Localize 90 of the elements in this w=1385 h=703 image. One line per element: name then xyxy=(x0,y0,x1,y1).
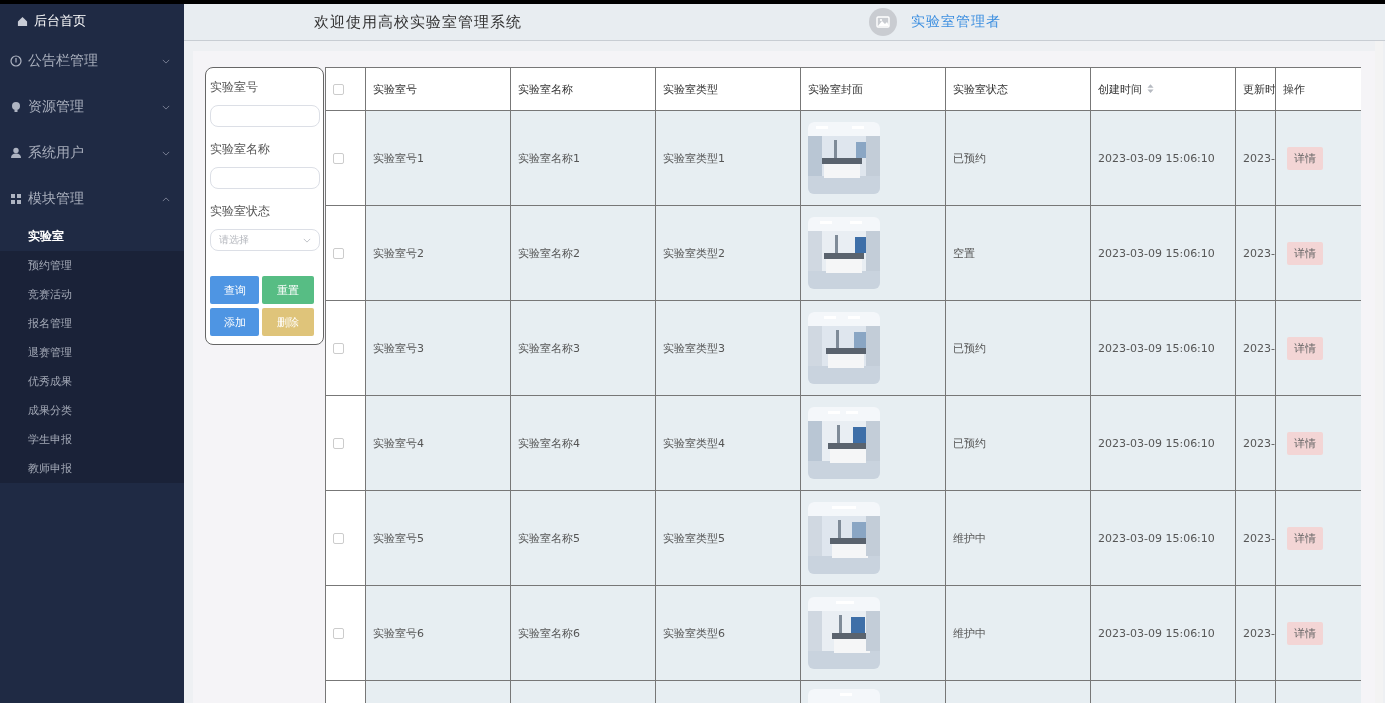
table-cell: 维护中 xyxy=(953,531,986,545)
table-cell: 实验室名称1 xyxy=(518,151,580,165)
table-cell: 空置 xyxy=(953,246,975,260)
table-cell: 实验室号5 xyxy=(373,531,424,545)
system-title: 欢迎使用高校实验室管理系统 xyxy=(314,12,523,32)
table-cell: 已预约 xyxy=(953,436,986,450)
sidebar-item[interactable]: 竞赛活动 xyxy=(0,280,184,309)
sidebar-item[interactable]: 成果分类 xyxy=(0,396,184,425)
table-cell: 2023-03-09 15:06:10 xyxy=(1098,436,1215,450)
column-header: 操作 xyxy=(1283,82,1305,96)
detail-button[interactable]: 详情 xyxy=(1287,241,1323,265)
chevron-icon xyxy=(303,237,311,243)
field-label: 实验室号 xyxy=(210,79,259,96)
table-cell: 实验室号6 xyxy=(373,626,424,640)
field-label: 实验室名称 xyxy=(210,141,271,158)
row-checkbox[interactable] xyxy=(333,153,344,164)
table-cell: 2023- xyxy=(1243,436,1275,450)
scrollbar[interactable] xyxy=(1375,41,1383,703)
avatar-icon[interactable] xyxy=(869,8,897,36)
column-header: 实验室号 xyxy=(373,82,417,96)
table-cell: 实验室名称3 xyxy=(518,341,580,355)
detail-button[interactable]: 详情 xyxy=(1287,621,1323,645)
table-cell: 2023- xyxy=(1243,341,1275,355)
sidebar-item[interactable]: 报名管理 xyxy=(0,309,184,338)
row-checkbox[interactable] xyxy=(333,628,344,639)
user-name: 实验室管理者 xyxy=(911,13,1001,31)
chevron-icon xyxy=(162,104,170,110)
table-cell: 实验室名称6 xyxy=(518,626,580,640)
row-checkbox[interactable] xyxy=(333,343,344,354)
detail-button[interactable]: 详情 xyxy=(1287,526,1323,550)
detail-button[interactable]: 详情 xyxy=(1287,431,1323,455)
sidebar-item[interactable]: 退赛管理 xyxy=(0,338,184,367)
table-cell: 实验室名称2 xyxy=(518,246,580,260)
sidebar-item[interactable]: 预约管理 xyxy=(0,251,184,280)
sidebar-item[interactable]: 学生申报 xyxy=(0,425,184,454)
row-checkbox[interactable] xyxy=(333,248,344,259)
table-cell: 2023-03-09 15:06:10 xyxy=(1098,626,1215,640)
table-cell: 2023- xyxy=(1243,246,1275,260)
table-cell: 实验室类型5 xyxy=(663,531,725,545)
field-label: 实验室状态 xyxy=(210,203,271,220)
detail-button[interactable]: 详情 xyxy=(1287,336,1323,360)
table-cell: 已预约 xyxy=(953,151,986,165)
home-menu-item[interactable]: 后台首页 xyxy=(0,4,184,38)
table-cell: 已预约 xyxy=(953,341,986,355)
table-cell: 实验室类型1 xyxy=(663,151,725,165)
sidebar-group[interactable]: 系统用户 xyxy=(0,130,184,176)
table-cell: 实验室类型3 xyxy=(663,341,725,355)
table-cell: 2023-03-09 15:06:10 xyxy=(1098,151,1215,165)
table-cell: 2023- xyxy=(1243,531,1275,545)
row-checkbox[interactable] xyxy=(333,533,344,544)
table-cell: 实验室名称5 xyxy=(518,531,580,545)
table-cell: 实验室类型4 xyxy=(663,436,725,450)
table-cell: 2023- xyxy=(1243,151,1275,165)
input-field[interactable] xyxy=(210,105,320,127)
sort-icon[interactable] xyxy=(1147,83,1154,93)
chevron-icon xyxy=(162,196,170,202)
input-field[interactable] xyxy=(210,167,320,189)
table-cell: 2023-03-09 15:06:10 xyxy=(1098,246,1215,260)
bulb-icon xyxy=(10,101,22,113)
select-all-checkbox[interactable] xyxy=(333,84,344,95)
sidebar-group[interactable]: 公告栏管理 xyxy=(0,38,184,84)
sidebar-item[interactable]: 实验室 xyxy=(0,222,184,251)
column-header: 实验室封面 xyxy=(808,82,863,96)
table-cell: 实验室类型6 xyxy=(663,626,725,640)
table-cell: 2023-03-09 15:06:10 xyxy=(1098,341,1215,355)
table-cell: 维护中 xyxy=(953,626,986,640)
table-cell: 实验室名称4 xyxy=(518,436,580,450)
sidebar-item[interactable]: 教师申报 xyxy=(0,454,184,483)
user-icon xyxy=(10,147,22,159)
sidebar-group[interactable]: 资源管理 xyxy=(0,84,184,130)
info-icon xyxy=(10,55,22,67)
sidebar-group[interactable]: 模块管理 xyxy=(0,176,184,222)
chevron-icon xyxy=(162,150,170,156)
column-header: 实验室类型 xyxy=(663,82,718,96)
sidebar-item[interactable]: 优秀成果 xyxy=(0,367,184,396)
table-cell: 实验室号4 xyxy=(373,436,424,450)
table-cell: 2023- xyxy=(1243,626,1275,640)
home-icon xyxy=(17,15,28,27)
table-cell: 2023-03-09 15:06:10 xyxy=(1098,531,1215,545)
row-checkbox[interactable] xyxy=(333,438,344,449)
column-header: 实验室名称 xyxy=(518,82,573,96)
chevron-icon xyxy=(162,58,170,64)
column-header: 实验室状态 xyxy=(953,82,1008,96)
grid-icon xyxy=(10,193,22,205)
table-cell: 实验室类型2 xyxy=(663,246,725,260)
column-header: 创建时间 xyxy=(1098,82,1142,96)
detail-button[interactable]: 详情 xyxy=(1287,146,1323,170)
table-cell: 实验室号1 xyxy=(373,151,424,165)
table-cell: 实验室号2 xyxy=(373,246,424,260)
table-cell: 实验室号3 xyxy=(373,341,424,355)
